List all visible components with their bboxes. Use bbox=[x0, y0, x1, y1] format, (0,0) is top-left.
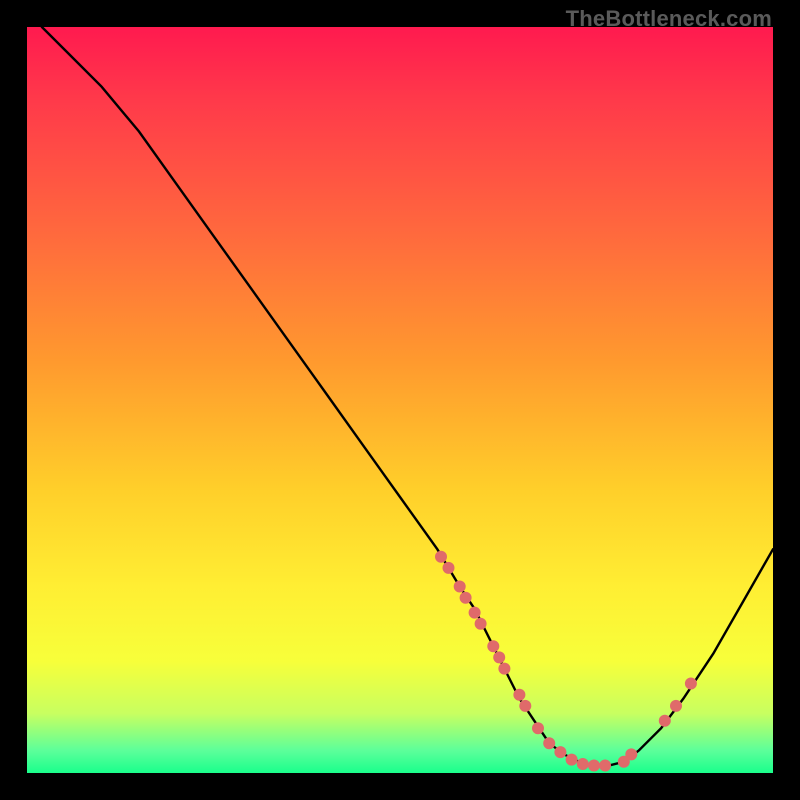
plot-area bbox=[27, 27, 773, 773]
scatter-point bbox=[588, 760, 600, 772]
scatter-point bbox=[625, 748, 637, 760]
scatter-point bbox=[659, 715, 671, 727]
scatter-point bbox=[469, 607, 481, 619]
scatter-point bbox=[566, 754, 578, 766]
scatter-point bbox=[475, 618, 487, 630]
scatter-point bbox=[519, 700, 531, 712]
scatter-point bbox=[670, 700, 682, 712]
chart-stage: TheBottleneck.com bbox=[0, 0, 800, 800]
scatter-point bbox=[543, 737, 555, 749]
scatter-point bbox=[498, 663, 510, 675]
scatter-point bbox=[487, 640, 499, 652]
scatter-points bbox=[435, 551, 697, 772]
scatter-point bbox=[554, 746, 566, 758]
scatter-point bbox=[435, 551, 447, 563]
scatter-point bbox=[599, 760, 611, 772]
curve-line bbox=[42, 27, 773, 766]
scatter-point bbox=[685, 678, 697, 690]
scatter-point bbox=[493, 651, 505, 663]
scatter-point bbox=[454, 581, 466, 593]
scatter-point bbox=[460, 592, 472, 604]
scatter-point bbox=[443, 562, 455, 574]
scatter-point bbox=[577, 758, 589, 770]
curve-overlay bbox=[27, 27, 773, 773]
scatter-point bbox=[513, 689, 525, 701]
scatter-point bbox=[532, 722, 544, 734]
